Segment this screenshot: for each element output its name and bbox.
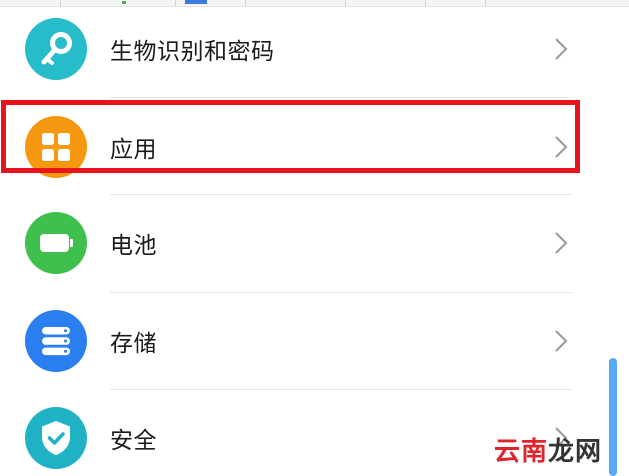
scrollbar[interactable] [609,358,617,476]
chevron-right-icon [553,135,569,159]
settings-item-label: 生物识别和密码 [110,39,275,65]
watermark-char: 云 [494,437,522,467]
key-icon [25,18,87,80]
watermark-char: 龙 [548,437,576,467]
shield-check-icon [25,407,87,469]
settings-item-label: 安全 [110,428,157,454]
watermark-char: 网 [575,437,603,467]
watermark: 云南龙网 [494,431,602,468]
settings-item-storage[interactable]: 存储 [0,292,600,390]
settings-item-battery[interactable]: 电池 [0,194,600,292]
settings-item-apps[interactable]: 应用 [0,98,600,196]
chevron-right-icon [553,37,569,61]
settings-screen: 生物识别和密码 应用 电池 存储 安全 云南龙网 [0,0,629,476]
settings-item-label: 存储 [110,331,157,357]
settings-item-biometrics[interactable]: 生物识别和密码 [0,0,600,98]
chevron-right-icon [553,329,569,353]
battery-icon [25,212,87,274]
storage-icon [25,310,87,372]
settings-item-label: 应用 [110,137,157,163]
watermark-char: 南 [521,437,549,467]
chevron-right-icon [553,231,569,255]
apps-grid-icon [25,116,87,178]
settings-item-label: 电池 [110,233,157,259]
